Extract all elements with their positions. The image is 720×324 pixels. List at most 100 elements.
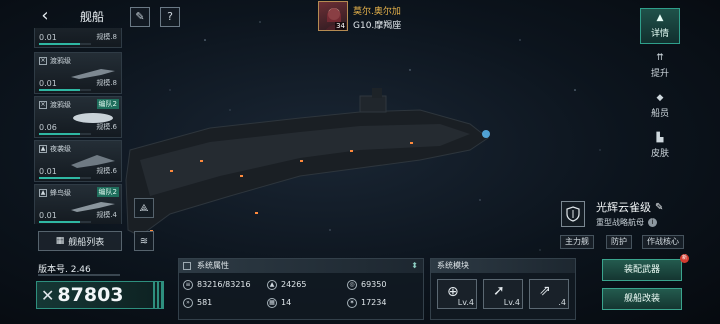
equip-weapons-button[interactable]: 装配武器 bbox=[602, 259, 682, 281]
sort-icon: ⬍ bbox=[411, 261, 418, 270]
fleet-list-button[interactable]: ▦ 舰船列表 bbox=[38, 231, 122, 251]
tab-crew-label: 船员 bbox=[650, 109, 669, 119]
fleet-badge: 编队2 bbox=[96, 187, 119, 197]
ship-value: 0.06 bbox=[39, 123, 57, 132]
capital-ship-model bbox=[125, 88, 490, 237]
ship-class: 夜袭级 bbox=[50, 145, 71, 153]
evasion-icon: ▦ bbox=[267, 297, 277, 308]
attr-armor-value: 24265 bbox=[281, 280, 307, 289]
class-icon: ▲ bbox=[39, 145, 47, 153]
edit-icon[interactable]: ✎ bbox=[655, 202, 663, 213]
ship-scale: 规模.6 bbox=[96, 123, 117, 131]
shield-icon bbox=[566, 206, 580, 222]
attr-speed: » 581 bbox=[183, 295, 212, 310]
module-slot-rocket[interactable]: ⇗ .4 bbox=[529, 279, 569, 309]
ship-value: 0.01 bbox=[39, 79, 57, 88]
attr-hull-value: 83216/83216 bbox=[197, 280, 251, 289]
armor-icon: ▲ bbox=[267, 279, 277, 290]
formation-icon: ⟁ bbox=[139, 202, 149, 214]
fleet-list-label: 舰船列表 bbox=[68, 237, 105, 248]
tab-details[interactable]: ▲ 详情 bbox=[640, 8, 680, 44]
grid-icon: ▦ bbox=[55, 236, 65, 246]
attributes-title: 系统属性 bbox=[197, 261, 229, 270]
tab-skin[interactable]: ▙ 皮肤 bbox=[640, 128, 680, 164]
combat-power: ✕ 87803 bbox=[36, 281, 164, 309]
ship-scale: 规模.8 bbox=[96, 79, 117, 87]
crew-icon: ◆ bbox=[656, 93, 664, 103]
power-stripes bbox=[153, 282, 163, 308]
attr-hull: ≡ 83216/83216 bbox=[183, 277, 251, 292]
info-icon[interactable]: i bbox=[648, 218, 657, 227]
ship-card[interactable]: ▲ 蜂鸟级 编队2 0.01 规模.4 bbox=[34, 184, 122, 224]
attr-armor: ▲ 24265 bbox=[267, 277, 306, 292]
filter-icon: ≋ bbox=[139, 235, 149, 247]
back-arrow-icon: ‹ bbox=[41, 5, 49, 26]
fleet-badge: 编队2 bbox=[96, 99, 119, 109]
ship-type-text: 重型战略航母 bbox=[596, 218, 644, 227]
ship-progress-bar bbox=[39, 133, 91, 135]
ship-scale: 规模.4 bbox=[96, 211, 117, 219]
ship-list: 0.01 规模.8 × 渡鸦级 0.01 规模.8 × 渡鸦级 编队2 0.06 规… bbox=[34, 28, 122, 224]
tab-upgrade-label: 提升 bbox=[650, 69, 669, 79]
ship-card[interactable]: × 渡鸦级 0.01 规模.8 bbox=[34, 52, 122, 94]
attr-shield-value: 69350 bbox=[361, 280, 387, 289]
rocket-module-icon: ⇗ bbox=[539, 283, 551, 299]
ship-card[interactable]: × 渡鸦级 编队2 0.06 规模.6 bbox=[34, 96, 122, 138]
new-badge: 新 bbox=[680, 254, 689, 263]
formation-button[interactable]: ⟁ bbox=[134, 198, 154, 218]
tab-crew[interactable]: ◆ 船员 bbox=[640, 88, 680, 124]
ship-card[interactable]: 0.01 规模.8 bbox=[34, 28, 122, 48]
commander-avatar[interactable]: 34 bbox=[318, 1, 348, 31]
commander-name: 莫尔.奥尔加 bbox=[353, 7, 401, 17]
attr-speed-value: 581 bbox=[197, 298, 213, 307]
module-level: .4 bbox=[558, 298, 566, 307]
ship-progress-bar bbox=[39, 177, 91, 179]
tab-details-label: 详情 bbox=[650, 29, 669, 39]
attr-evasion: ▦ 14 bbox=[267, 295, 291, 310]
tag-defense: 防护 bbox=[606, 235, 632, 249]
crossed-swords-icon: ✕ bbox=[41, 285, 55, 305]
commander-rank: G10.摩羯座 bbox=[353, 21, 402, 31]
details-icon: ▲ bbox=[656, 13, 664, 23]
ship-class-emblem bbox=[561, 201, 585, 227]
module-slot-missile[interactable]: ➚ Lv.4 bbox=[483, 279, 523, 309]
ship-name-text: 光辉云雀级 bbox=[596, 201, 651, 214]
ship-class: 蜂鸟级 bbox=[50, 189, 71, 197]
feather-icon: ✎ bbox=[135, 10, 145, 23]
ship-class: 渡鸦级 bbox=[50, 101, 71, 109]
tab-skin-label: 皮肤 bbox=[650, 149, 669, 159]
modules-panel: 系统模块 ⊕ Lv.4 ➚ Lv.4 ⇗ .4 bbox=[430, 258, 576, 320]
combat-power-value: 87803 bbox=[57, 284, 124, 306]
feather-button[interactable]: ✎ bbox=[130, 7, 150, 27]
stat-icon bbox=[183, 262, 191, 270]
ship-progress-bar bbox=[39, 43, 91, 45]
attr-damage: ✶ 17234 bbox=[347, 295, 386, 310]
help-button[interactable]: ? bbox=[160, 7, 180, 27]
attr-damage-value: 17234 bbox=[361, 298, 387, 307]
class-icon: × bbox=[39, 57, 47, 65]
class-icon: × bbox=[39, 101, 47, 109]
version-divider bbox=[38, 274, 120, 276]
tab-upgrade[interactable]: ⇈ 提升 bbox=[640, 48, 680, 84]
filter-button[interactable]: ≋ bbox=[134, 231, 154, 251]
attributes-panel: 系统属性 ⬍ ≡ 83216/83216 ▲ 24265 ◎ 69350 » 5… bbox=[178, 258, 424, 320]
upgrade-icon: ⇈ bbox=[656, 53, 664, 63]
speed-icon: » bbox=[183, 297, 193, 308]
back-button[interactable]: ‹ bbox=[36, 6, 54, 26]
ship-type: 重型战略航母 i bbox=[596, 217, 657, 228]
ship-scale: 规模.8 bbox=[96, 33, 117, 41]
page-title: 舰船 bbox=[80, 10, 105, 24]
ship-name: 光辉云雀级 ✎ bbox=[596, 199, 663, 215]
module-slot-target[interactable]: ⊕ Lv.4 bbox=[437, 279, 477, 309]
attr-shield: ◎ 69350 bbox=[347, 277, 386, 292]
ship-card[interactable]: ▲ 夜袭级 0.01 规模.6 bbox=[34, 140, 122, 182]
damage-icon: ✶ bbox=[347, 297, 357, 308]
ship-class: 渡鸦级 bbox=[50, 57, 71, 65]
ship-value: 0.01 bbox=[39, 167, 57, 176]
attributes-header[interactable]: 系统属性 ⬍ bbox=[179, 259, 423, 273]
class-icon: ▲ bbox=[39, 189, 47, 197]
ship-modify-button[interactable]: 舰船改装 bbox=[602, 288, 682, 310]
missile-module-icon: ➚ bbox=[493, 283, 505, 299]
ship-value: 0.01 bbox=[39, 33, 57, 42]
modules-title: 系统模块 bbox=[431, 259, 575, 273]
